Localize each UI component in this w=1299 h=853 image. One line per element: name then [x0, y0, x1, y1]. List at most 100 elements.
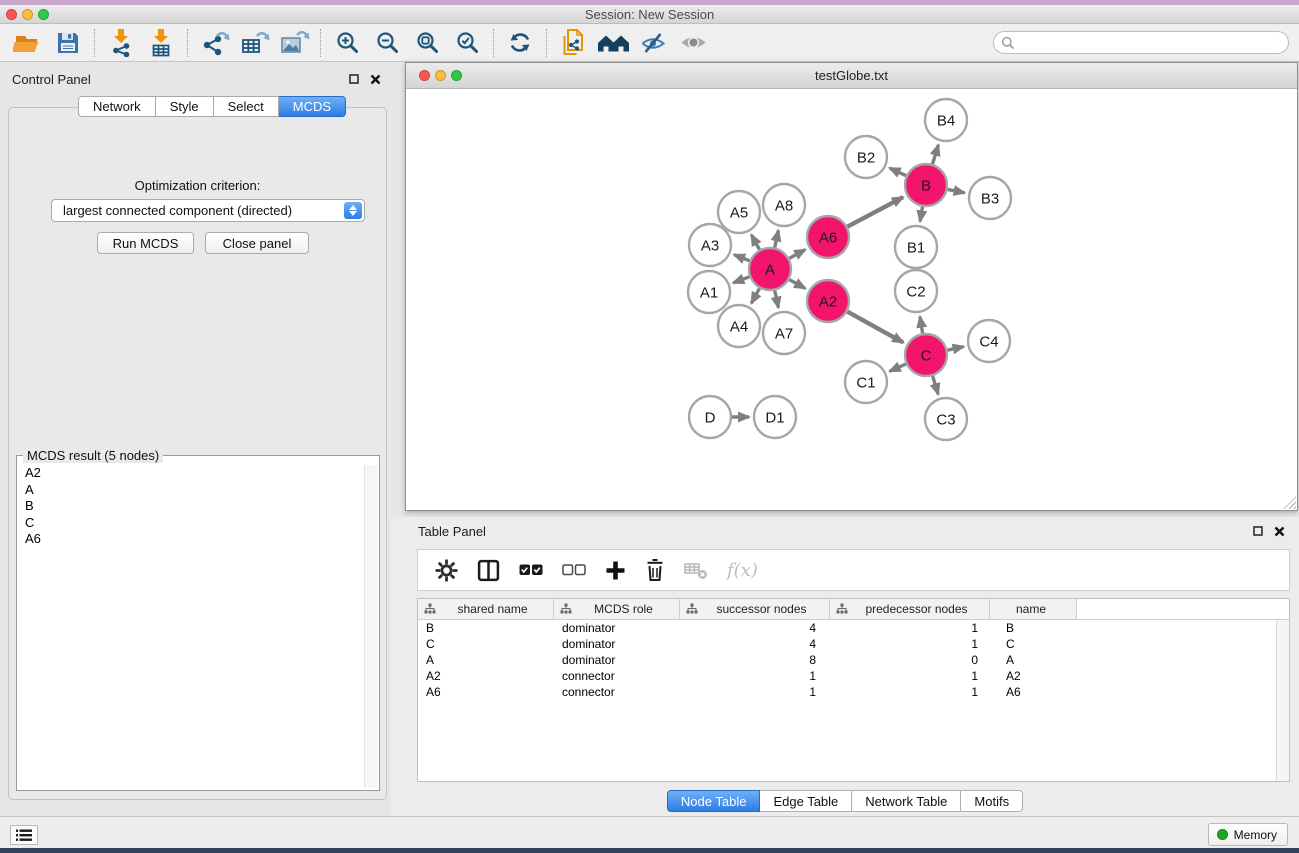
- table-row[interactable]: Bdominator41B: [418, 620, 1289, 636]
- graph-node-A6[interactable]: A6: [807, 216, 849, 258]
- table-cell[interactable]: 0: [830, 653, 990, 667]
- graph-node-C1[interactable]: C1: [845, 361, 887, 403]
- float-panel-icon[interactable]: [348, 73, 360, 85]
- run-mcds-button[interactable]: Run MCDS: [97, 232, 194, 254]
- edge-A-A2[interactable]: [789, 280, 805, 289]
- table-cell[interactable]: dominator: [554, 637, 680, 651]
- new-network-from-selection-icon[interactable]: [553, 27, 593, 59]
- export-image-icon[interactable]: [274, 27, 314, 59]
- edge-B-B2[interactable]: [890, 168, 907, 176]
- graph-node-B3[interactable]: B3: [969, 177, 1011, 219]
- edge-C-C2[interactable]: [920, 317, 923, 334]
- table-cell[interactable]: A2: [990, 669, 1077, 683]
- table-cell[interactable]: A: [418, 653, 554, 667]
- graph-node-A2[interactable]: A2: [807, 280, 849, 322]
- edge-A-A6[interactable]: [789, 250, 805, 259]
- float-table-panel-icon[interactable]: [1252, 525, 1264, 537]
- hide-graphics-details-icon[interactable]: [633, 27, 673, 59]
- graph-node-C3[interactable]: C3: [925, 398, 967, 440]
- minimize-network-window-button[interactable]: [435, 70, 446, 81]
- edge-A-A1[interactable]: [733, 277, 749, 283]
- network-window-titlebar[interactable]: testGlobe.txt: [406, 63, 1297, 89]
- split-table-columns-icon[interactable]: [477, 559, 500, 582]
- control-tab-network[interactable]: Network: [78, 96, 156, 117]
- mcds-result-item[interactable]: B: [18, 498, 364, 515]
- network-graph-canvas[interactable]: AA1A2A3A4A5A6A7A8BB1B2B3B4CC1C2C3C4DD1: [406, 89, 1297, 510]
- table-cell[interactable]: C: [418, 637, 554, 651]
- table-cell[interactable]: 1: [830, 685, 990, 699]
- column-header-shared-name[interactable]: shared name: [418, 599, 554, 619]
- zoom-out-icon[interactable]: [367, 27, 407, 59]
- table-settings-gear-icon[interactable]: [435, 559, 458, 582]
- control-tab-mcds[interactable]: MCDS: [279, 96, 346, 117]
- table-cell[interactable]: B: [990, 621, 1077, 635]
- graph-node-B[interactable]: B: [905, 164, 947, 206]
- task-history-button[interactable]: [10, 825, 38, 845]
- table-tab-node-table[interactable]: Node Table: [667, 790, 761, 812]
- table-cell[interactable]: 1: [830, 669, 990, 683]
- zoom-fit-icon[interactable]: [407, 27, 447, 59]
- zoom-window-button[interactable]: [38, 9, 49, 20]
- select-all-columns-icon[interactable]: [519, 564, 543, 576]
- edge-A-A8[interactable]: [775, 230, 779, 247]
- graph-node-C[interactable]: C: [905, 334, 947, 376]
- edge-C-C3[interactable]: [933, 376, 939, 394]
- edge-A2-C[interactable]: [847, 312, 903, 343]
- graph-node-C4[interactable]: C4: [968, 320, 1010, 362]
- table-cell[interactable]: A: [990, 653, 1077, 667]
- table-tab-network-table[interactable]: Network Table: [852, 790, 961, 812]
- graph-node-A1[interactable]: A1: [688, 271, 730, 313]
- table-tab-motifs[interactable]: Motifs: [961, 790, 1023, 812]
- save-session-icon[interactable]: [48, 27, 88, 59]
- table-tab-edge-table[interactable]: Edge Table: [760, 790, 852, 812]
- edge-B-B4[interactable]: [933, 145, 939, 164]
- cybrowser-home-icon[interactable]: [593, 27, 633, 59]
- table-row[interactable]: A6connector11A6: [418, 684, 1289, 700]
- graph-node-B4[interactable]: B4: [925, 99, 967, 141]
- zoom-network-window-button[interactable]: [451, 70, 462, 81]
- mcds-list-scrollbar[interactable]: [364, 465, 377, 788]
- zoom-selected-icon[interactable]: [447, 27, 487, 59]
- table-cell[interactable]: connector: [554, 685, 680, 699]
- table-cell[interactable]: 1: [830, 621, 990, 635]
- table-cell[interactable]: A2: [418, 669, 554, 683]
- graph-node-A8[interactable]: A8: [763, 184, 805, 226]
- search-input[interactable]: [993, 31, 1289, 54]
- mcds-result-item[interactable]: C: [18, 515, 364, 532]
- graph-node-C2[interactable]: C2: [895, 270, 937, 312]
- table-row[interactable]: A2connector11A2: [418, 668, 1289, 684]
- optimization-criterion-select[interactable]: largest connected component (directed): [51, 199, 365, 222]
- mcds-result-item[interactable]: A6: [18, 531, 364, 548]
- graph-node-B1[interactable]: B1: [895, 226, 937, 268]
- export-network-icon[interactable]: [194, 27, 234, 59]
- table-cell[interactable]: 1: [680, 669, 830, 683]
- edge-A6-B[interactable]: [847, 197, 903, 227]
- table-scrollbar[interactable]: [1276, 620, 1289, 781]
- close-panel-icon[interactable]: [369, 73, 381, 85]
- graph-node-A3[interactable]: A3: [689, 224, 731, 266]
- minimize-window-button[interactable]: [22, 9, 33, 20]
- table-cell[interactable]: connector: [554, 669, 680, 683]
- graph-node-A[interactable]: A: [749, 248, 791, 290]
- table-cell[interactable]: dominator: [554, 621, 680, 635]
- close-table-panel-icon[interactable]: [1273, 525, 1285, 537]
- mcds-result-item[interactable]: A: [18, 482, 364, 499]
- column-header-name[interactable]: name: [990, 599, 1077, 619]
- import-network-from-file-icon[interactable]: [101, 27, 141, 59]
- table-cell[interactable]: A6: [990, 685, 1077, 699]
- open-session-icon[interactable]: [8, 27, 48, 59]
- table-cell[interactable]: 8: [680, 653, 830, 667]
- graph-node-A5[interactable]: A5: [718, 191, 760, 233]
- table-row[interactable]: Adominator80A: [418, 652, 1289, 668]
- zoom-in-icon[interactable]: [327, 27, 367, 59]
- table-cell[interactable]: 4: [680, 637, 830, 651]
- table-cell[interactable]: A6: [418, 685, 554, 699]
- table-cell[interactable]: 4: [680, 621, 830, 635]
- show-graphics-details-icon[interactable]: [673, 27, 713, 59]
- graph-node-A4[interactable]: A4: [718, 305, 760, 347]
- edge-A-A5[interactable]: [751, 235, 759, 250]
- edge-C-C4[interactable]: [948, 347, 964, 351]
- close-window-button[interactable]: [6, 9, 17, 20]
- refresh-network-icon[interactable]: [500, 27, 540, 59]
- table-cell[interactable]: C: [990, 637, 1077, 651]
